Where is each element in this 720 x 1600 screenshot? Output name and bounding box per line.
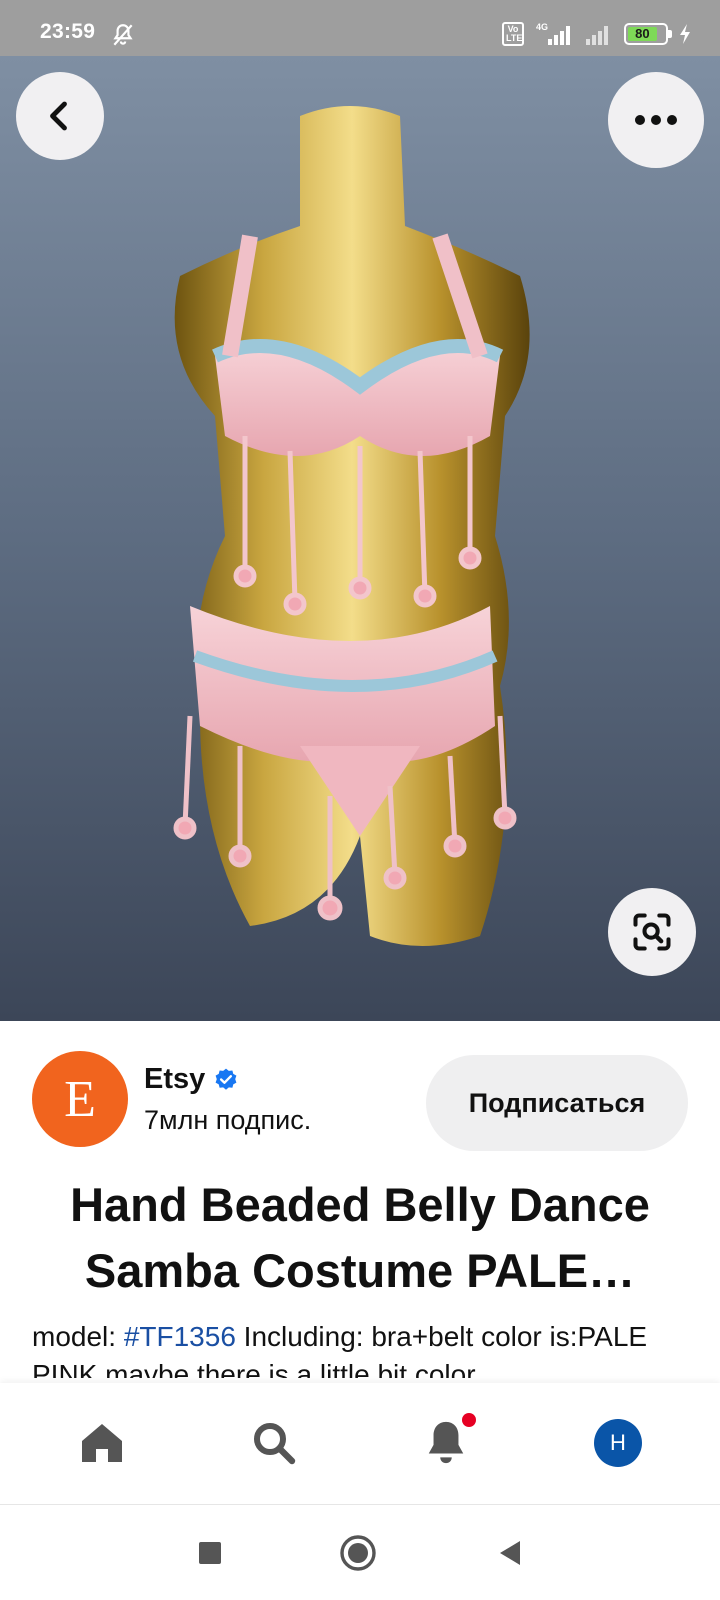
follower-count: 7млн подпис. <box>144 1105 312 1135</box>
creator-row: E Etsy 7млн подпис. Подписаться <box>0 1021 720 1151</box>
network-type: 4G <box>536 22 548 32</box>
signal-icon <box>586 26 608 45</box>
recents-button[interactable] <box>190 1533 230 1573</box>
creator-name-wrap[interactable]: Etsy <box>144 1063 239 1096</box>
bottom-nav: H <box>0 1383 720 1505</box>
pin-title: Hand Beaded Belly Dance Samba Costume PA… <box>20 1172 700 1304</box>
nav-search[interactable] <box>242 1411 306 1475</box>
nav-home[interactable] <box>70 1411 134 1475</box>
nav-profile[interactable]: H <box>586 1411 650 1475</box>
hashtag-link[interactable]: #TF1356 <box>124 1321 236 1352</box>
verified-badge-icon <box>215 1068 237 1090</box>
back-button[interactable] <box>16 72 104 160</box>
status-bar: 23:59 Vo LTE 4G 80 <box>0 0 720 56</box>
search-icon <box>254 1423 296 1465</box>
system-nav <box>0 1505 720 1600</box>
pin-title-line-1: Hand Beaded Belly Dance <box>70 1178 650 1231</box>
system-back-button[interactable] <box>490 1533 530 1573</box>
product-photo <box>0 56 720 1021</box>
description-prefix: model: <box>32 1321 124 1352</box>
triangle-back-icon <box>500 1541 520 1565</box>
pin-title-line-2: Samba Costume PALE… <box>84 1244 636 1297</box>
notification-dot <box>462 1413 476 1427</box>
status-time: 23:59 <box>40 20 96 43</box>
more-horizontal-icon <box>635 115 677 125</box>
battery-icon: 80 <box>624 23 672 45</box>
more-options-button[interactable] <box>608 72 704 168</box>
creator-avatar[interactable]: E <box>32 1051 128 1147</box>
visual-search-button[interactable] <box>608 888 696 976</box>
profile-avatar: H <box>594 1419 642 1467</box>
pin-image[interactable] <box>0 56 720 1021</box>
bell-icon <box>428 1421 464 1464</box>
circle-icon <box>340 1535 376 1571</box>
battery-level: 80 <box>628 27 657 41</box>
chevron-left-icon <box>50 101 67 131</box>
status-icons: Vo LTE 4G 80 <box>502 20 692 48</box>
creator-name[interactable]: Etsy <box>144 1063 205 1096</box>
volte-icon: Vo LTE <box>502 22 524 46</box>
bell-off-icon <box>113 24 133 46</box>
pin-description: model: #TF1356 Including: bra+belt color… <box>32 1318 692 1378</box>
signal-4g-icon: 4G <box>536 22 570 45</box>
follow-button[interactable]: Подписаться <box>426 1055 688 1151</box>
nav-notifications[interactable] <box>414 1411 478 1475</box>
system-home-button[interactable] <box>338 1533 378 1573</box>
square-icon <box>199 1542 221 1564</box>
home-icon <box>82 1424 122 1462</box>
charging-icon <box>680 24 690 44</box>
visual-search-icon <box>633 913 671 951</box>
